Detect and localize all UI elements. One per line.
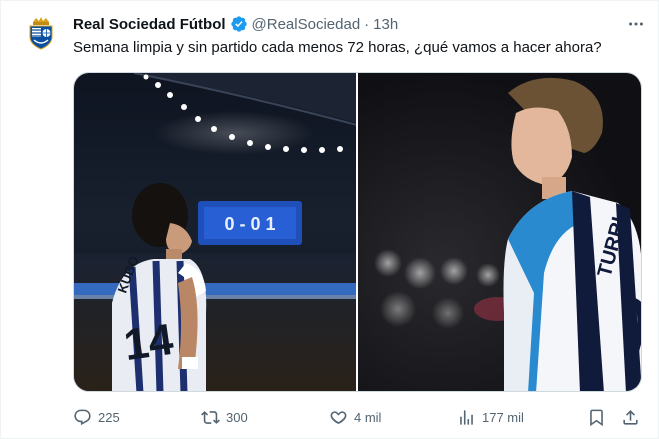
author-handle[interactable]: @RealSociedad bbox=[252, 16, 361, 33]
like-button[interactable]: 4 mil bbox=[329, 408, 381, 427]
reply-count: 225 bbox=[98, 409, 120, 425]
share-icon bbox=[623, 409, 638, 425]
retweet-count: 300 bbox=[226, 409, 248, 425]
tweet-card[interactable]: Real Sociedad Fútbol @RealSociedad · 13h… bbox=[0, 0, 659, 439]
verified-badge-icon bbox=[230, 15, 248, 33]
like-count: 4 mil bbox=[354, 409, 382, 425]
tweet-photo-right[interactable]: TURRI bbox=[358, 73, 641, 391]
retweet-icon bbox=[201, 410, 220, 424]
scoreboard-text: 0 - 0 1 bbox=[224, 214, 275, 234]
like-icon bbox=[330, 410, 347, 424]
action-bar: 225 300 4 mil 177 mil bbox=[73, 406, 646, 428]
reply-icon bbox=[74, 409, 91, 425]
tweet-header: Real Sociedad Fútbol @RealSociedad · 13h bbox=[73, 14, 646, 34]
tweet-time[interactable]: 13h bbox=[373, 16, 398, 33]
views-count: 177 mil bbox=[482, 409, 524, 425]
more-icon[interactable] bbox=[626, 14, 646, 34]
club-crest-icon[interactable] bbox=[23, 15, 59, 51]
views-button[interactable]: 177 mil bbox=[457, 408, 524, 427]
bookmark-button[interactable] bbox=[587, 408, 606, 427]
retweet-button[interactable]: 300 bbox=[201, 408, 248, 427]
tweet-photo-left[interactable]: 0 - 0 1 14 KUBO bbox=[74, 73, 356, 391]
views-icon bbox=[460, 409, 473, 425]
tweet-text: Semana limpia y sin partido cada menos 7… bbox=[73, 39, 602, 56]
jersey-number: 14 bbox=[121, 315, 177, 370]
author-name[interactable]: Real Sociedad Fútbol bbox=[73, 16, 226, 33]
separator-dot: · bbox=[364, 15, 370, 33]
tweet-media[interactable]: 0 - 0 1 14 KUBO TURRI bbox=[73, 72, 642, 392]
share-button[interactable] bbox=[621, 408, 640, 427]
bookmark-icon bbox=[590, 409, 603, 426]
reply-button[interactable]: 225 bbox=[73, 408, 120, 427]
